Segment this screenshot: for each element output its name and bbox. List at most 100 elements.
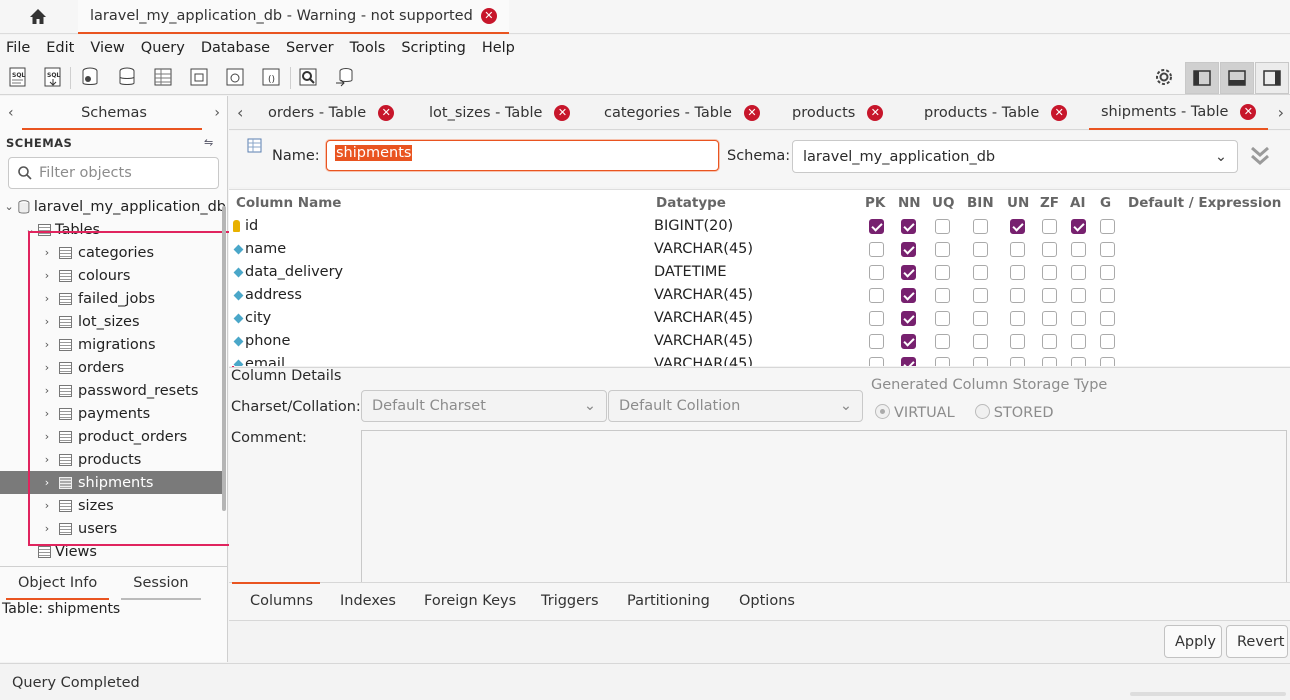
column-name-cell[interactable]: address [245, 287, 302, 303]
search-table-data-icon[interactable] [297, 66, 319, 88]
bin-checkbox[interactable] [973, 242, 988, 257]
close-icon[interactable]: ✕ [1240, 104, 1257, 120]
table-name-input[interactable]: shipments [326, 140, 719, 171]
radio-stored[interactable]: STORED [974, 404, 1054, 421]
zf-checkbox[interactable] [1042, 334, 1057, 349]
settings-gear-icon[interactable] [1153, 66, 1175, 88]
tab-foreign-keys[interactable]: Foreign Keys [424, 593, 516, 609]
connection-tab[interactable]: laravel_my_application_db - Warning - no… [78, 0, 509, 34]
comment-textarea[interactable] [361, 430, 1287, 583]
zf-checkbox[interactable] [1042, 265, 1057, 280]
zf-checkbox[interactable] [1042, 288, 1057, 303]
schema-select[interactable]: laravel_my_application_db ⌄ [792, 140, 1238, 173]
un-checkbox[interactable] [1010, 219, 1025, 234]
bin-checkbox[interactable] [973, 288, 988, 303]
g-checkbox[interactable] [1100, 334, 1115, 349]
tab-lot-sizes-table[interactable]: lot_sizes - Table ✕ [429, 96, 571, 130]
datatype-cell[interactable]: VARCHAR(45) [654, 287, 753, 303]
col-header-uq[interactable]: UQ [932, 195, 954, 211]
pk-checkbox[interactable] [869, 242, 884, 257]
uq-checkbox[interactable] [935, 311, 950, 326]
column-name-cell[interactable]: phone [245, 333, 290, 349]
tab-products-table[interactable]: products - Table ✕ [924, 96, 1068, 130]
uq-checkbox[interactable] [935, 288, 950, 303]
bin-checkbox[interactable] [973, 334, 988, 349]
column-name-cell[interactable]: id [245, 218, 258, 234]
table-row[interactable]: email VARCHAR(45) [229, 354, 1290, 366]
menu-edit[interactable]: Edit [46, 40, 81, 56]
create-view-icon[interactable] [188, 66, 210, 88]
toggle-output-button[interactable] [1220, 62, 1254, 94]
create-table-icon[interactable] [152, 66, 174, 88]
reconnect-icon[interactable] [334, 66, 356, 88]
zf-checkbox[interactable] [1042, 357, 1057, 366]
close-icon[interactable]: ✕ [378, 105, 395, 121]
create-schema-icon[interactable] [116, 66, 138, 88]
zf-checkbox[interactable] [1042, 219, 1057, 234]
col-header-g[interactable]: G [1100, 195, 1111, 211]
table-row[interactable]: city VARCHAR(45) [229, 308, 1290, 331]
pk-checkbox[interactable] [869, 265, 884, 280]
menu-view[interactable]: View [90, 40, 131, 56]
g-checkbox[interactable] [1100, 288, 1115, 303]
column-name-cell[interactable]: name [245, 241, 286, 257]
g-checkbox[interactable] [1100, 357, 1115, 366]
col-header-zf[interactable]: ZF [1040, 195, 1059, 211]
new-sql-tab-icon[interactable]: SQL [7, 66, 29, 88]
tab-categories-table[interactable]: categories - Table ✕ [604, 96, 760, 130]
collation-select[interactable]: Default Collation ⌄ [608, 390, 863, 422]
zf-checkbox[interactable] [1042, 242, 1057, 257]
bin-checkbox[interactable] [973, 311, 988, 326]
tab-products[interactable]: products ✕ [792, 96, 884, 130]
revert-button[interactable]: Revert [1226, 625, 1288, 658]
uq-checkbox[interactable] [935, 242, 950, 257]
nn-checkbox[interactable] [901, 357, 916, 366]
close-icon[interactable]: ✕ [743, 105, 760, 121]
close-icon[interactable]: ✕ [867, 105, 884, 121]
nn-checkbox[interactable] [901, 265, 916, 280]
col-header-ai[interactable]: AI [1070, 195, 1085, 211]
ai-checkbox[interactable] [1071, 357, 1086, 366]
uq-checkbox[interactable] [935, 265, 950, 280]
datatype-cell[interactable]: BIGINT(20) [654, 218, 733, 234]
table-row[interactable]: address VARCHAR(45) [229, 285, 1290, 308]
close-icon[interactable]: ✕ [480, 8, 497, 24]
menu-database[interactable]: Database [201, 40, 277, 56]
pk-checkbox[interactable] [869, 288, 884, 303]
menu-help[interactable]: Help [482, 40, 522, 56]
chevron-left-icon[interactable]: ‹ [237, 103, 243, 122]
tab-options[interactable]: Options [739, 593, 795, 609]
datatype-cell[interactable]: VARCHAR(45) [654, 356, 753, 366]
menu-scripting[interactable]: Scripting [401, 40, 472, 56]
ai-checkbox[interactable] [1071, 311, 1086, 326]
menu-server[interactable]: Server [286, 40, 341, 56]
ai-checkbox[interactable] [1071, 219, 1086, 234]
col-header-pk[interactable]: PK [865, 195, 885, 211]
menu-query[interactable]: Query [141, 40, 192, 56]
nn-checkbox[interactable] [901, 334, 916, 349]
chevron-right-icon[interactable]: › [1278, 103, 1284, 122]
bin-checkbox[interactable] [973, 219, 988, 234]
schema-row[interactable]: ⌄ laravel_my_application_db [0, 195, 226, 218]
open-sql-file-icon[interactable]: SQL [42, 66, 64, 88]
chevron-left-icon[interactable]: ‹ [8, 105, 14, 121]
create-procedure-icon[interactable] [224, 66, 246, 88]
col-header-default[interactable]: Default / Expression [1128, 195, 1281, 211]
apply-button[interactable]: Apply [1164, 625, 1222, 658]
pk-checkbox[interactable] [869, 311, 884, 326]
tab-partitioning[interactable]: Partitioning [627, 593, 710, 609]
datatype-cell[interactable]: VARCHAR(45) [654, 310, 753, 326]
un-checkbox[interactable] [1010, 288, 1025, 303]
toggle-sidebar-button[interactable] [1185, 62, 1219, 94]
collapse-chevron-icon[interactable] [1250, 144, 1270, 168]
home-icon[interactable] [28, 7, 48, 27]
g-checkbox[interactable] [1100, 242, 1115, 257]
toggle-secondary-sidebar-button[interactable] [1255, 62, 1289, 94]
bin-checkbox[interactable] [973, 357, 988, 366]
pk-checkbox[interactable] [869, 219, 884, 234]
refresh-icon[interactable]: ⇋ [204, 136, 213, 149]
chevron-right-icon[interactable]: › [214, 105, 220, 121]
datatype-cell[interactable]: DATETIME [654, 264, 727, 280]
tab-columns[interactable]: Columns [250, 593, 313, 609]
datatype-cell[interactable]: VARCHAR(45) [654, 333, 753, 349]
